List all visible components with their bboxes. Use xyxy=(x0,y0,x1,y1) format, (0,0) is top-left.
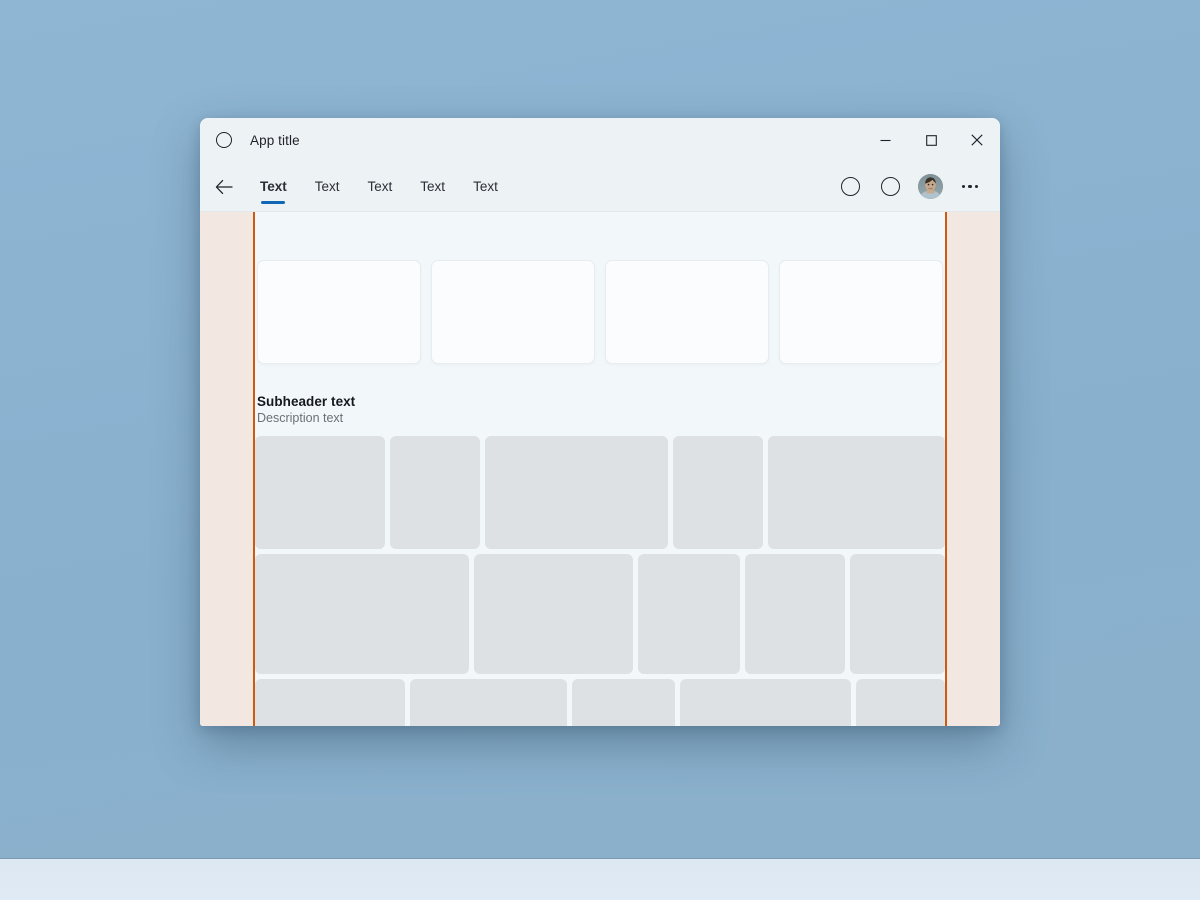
description-text: Description text xyxy=(257,411,344,425)
tile-row-2 xyxy=(255,554,945,674)
content-card-4[interactable] xyxy=(779,260,943,364)
placeholder-tile[interactable] xyxy=(255,679,406,726)
window-caption-buttons xyxy=(862,118,1000,162)
tab-3[interactable]: Text xyxy=(354,162,407,212)
right-rail xyxy=(945,212,1000,726)
content-card-1[interactable] xyxy=(257,260,421,364)
app-toolbar: Text Text Text Text Text xyxy=(200,162,1000,212)
circle-outline-icon xyxy=(880,177,900,196)
placeholder-tile[interactable] xyxy=(255,554,470,674)
card-strip xyxy=(255,260,945,364)
app-title: App title xyxy=(250,132,300,148)
user-avatar-photo xyxy=(917,174,943,199)
subheader-text: Subheader text xyxy=(257,394,356,409)
placeholder-tile[interactable] xyxy=(390,436,481,549)
overflow-menu-button[interactable] xyxy=(950,169,990,205)
taskbar[interactable] xyxy=(0,858,1200,900)
placeholder-tile-grid xyxy=(255,436,945,726)
tab-label: Text xyxy=(367,179,393,194)
tab-label: Text xyxy=(473,179,498,194)
tile-row-1 xyxy=(255,436,945,549)
placeholder-tile[interactable] xyxy=(255,436,386,549)
tab-1[interactable]: Text xyxy=(246,162,301,212)
tab-4[interactable]: Text xyxy=(406,162,459,212)
placeholder-tile[interactable] xyxy=(571,679,676,726)
tab-label: Text xyxy=(314,179,340,194)
placeholder-tile[interactable] xyxy=(856,679,945,726)
close-icon xyxy=(971,134,983,146)
tab-5[interactable]: Text xyxy=(459,162,512,212)
arrow-left-icon xyxy=(215,179,233,194)
placeholder-tile[interactable] xyxy=(485,436,668,549)
account-avatar-button[interactable] xyxy=(910,169,950,205)
content-card-2[interactable] xyxy=(431,260,595,364)
circle-outline-icon xyxy=(216,132,232,148)
toolbar-actions xyxy=(830,169,1000,205)
more-horizontal-icon xyxy=(961,184,979,189)
maximize-icon xyxy=(925,134,937,146)
placeholder-tile[interactable] xyxy=(849,554,945,674)
app-window: App title Text Text Text Text Text Subhe… xyxy=(200,118,1000,726)
minimize-button[interactable] xyxy=(862,118,908,162)
window-content: Subheader text Description text xyxy=(200,212,1000,726)
left-rail xyxy=(200,212,255,726)
tab-2[interactable]: Text xyxy=(301,162,354,212)
content-card-3[interactable] xyxy=(605,260,769,364)
window-title-bar[interactable]: App title xyxy=(200,118,1000,162)
placeholder-tile[interactable] xyxy=(767,436,945,549)
placeholder-tile[interactable] xyxy=(410,679,567,726)
toolbar-action-2[interactable] xyxy=(870,169,910,205)
tab-bar: Text Text Text Text Text xyxy=(246,162,512,212)
toolbar-action-1[interactable] xyxy=(830,169,870,205)
back-button[interactable] xyxy=(208,171,240,203)
placeholder-tile[interactable] xyxy=(638,554,741,674)
avatar xyxy=(917,174,943,199)
placeholder-tile[interactable] xyxy=(680,679,852,726)
tab-label: Text xyxy=(420,179,446,194)
close-button[interactable] xyxy=(954,118,1000,162)
minimize-icon xyxy=(880,139,890,141)
placeholder-tile[interactable] xyxy=(474,554,634,674)
placeholder-tile[interactable] xyxy=(672,436,763,549)
tab-label: Text xyxy=(260,179,287,194)
placeholder-tile[interactable] xyxy=(745,554,845,674)
section-heading: Subheader text Description text xyxy=(257,394,355,425)
circle-outline-icon xyxy=(840,177,860,196)
tab-active-indicator xyxy=(261,200,286,204)
tile-row-3 xyxy=(255,679,945,726)
content-canvas: Subheader text Description text xyxy=(255,212,945,726)
maximize-button[interactable] xyxy=(908,118,954,162)
